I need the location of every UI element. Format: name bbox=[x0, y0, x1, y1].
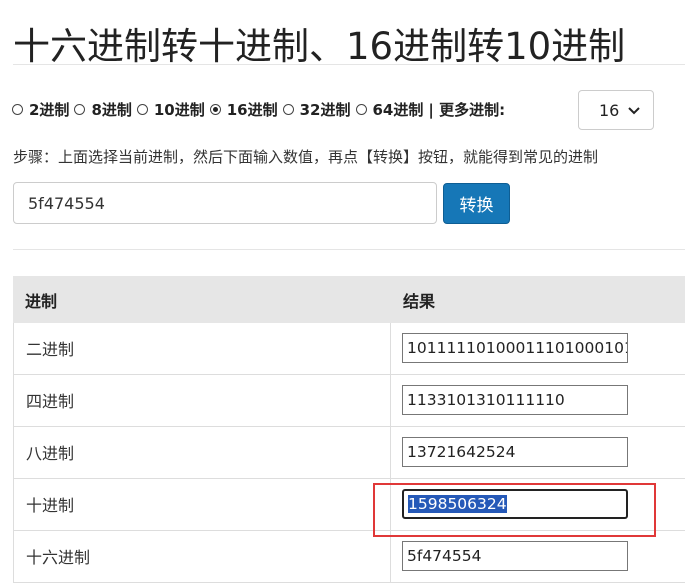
row-label: 十六进制 bbox=[13, 531, 391, 582]
radio-16[interactable]: 16进制 bbox=[209, 99, 278, 120]
row-label: 八进制 bbox=[13, 427, 391, 478]
table-row: 十六进制 5f474554 bbox=[13, 531, 685, 583]
convert-button[interactable]: 转换 bbox=[443, 183, 510, 224]
result-quaternary-field[interactable]: 1133101310111110 bbox=[402, 385, 628, 415]
result-binary-field[interactable]: 1011111010001110100010101 bbox=[402, 333, 628, 363]
table-row: 二进制 1011111010001110100010101 bbox=[13, 323, 685, 375]
row-label: 四进制 bbox=[13, 375, 391, 426]
radio-circle[interactable] bbox=[355, 103, 367, 115]
row-label: 十进制 bbox=[13, 479, 391, 530]
radio-circle[interactable] bbox=[74, 103, 86, 115]
radio-label: 16进制 bbox=[226, 100, 278, 119]
radio-2[interactable]: 2进制 bbox=[12, 99, 69, 120]
table-row: 四进制 1133101310111110 bbox=[13, 375, 685, 427]
radio-circle[interactable] bbox=[12, 103, 23, 115]
radio-label: 32进制 bbox=[299, 100, 351, 119]
divider bbox=[13, 64, 685, 65]
radio-10[interactable]: 10进制 bbox=[136, 99, 205, 120]
radio-label: 10进制 bbox=[153, 100, 205, 119]
header-result: 结果 bbox=[403, 291, 436, 311]
radio-label: 8进制 bbox=[91, 100, 132, 119]
radio-label: 64进制 bbox=[372, 100, 424, 119]
chevron-down-icon bbox=[628, 107, 640, 115]
page-title: 十六进制转十进制、16进制转10进制 bbox=[13, 25, 626, 68]
radio-circle[interactable] bbox=[282, 103, 294, 115]
annotation-highlight-box bbox=[373, 483, 656, 537]
radio-circle[interactable] bbox=[136, 103, 148, 115]
divider bbox=[13, 249, 685, 250]
instructions-text: 步骤：上面选择当前进制，然后下面输入数值，再点【转换】按钮，就能得到常见的进制 bbox=[13, 148, 599, 166]
row-label: 二进制 bbox=[13, 323, 391, 374]
radio-label: 2进制 bbox=[29, 100, 70, 119]
table-header: 进制 结果 bbox=[13, 276, 685, 323]
radio-circle-checked[interactable] bbox=[209, 103, 221, 115]
select-value: 16 bbox=[599, 100, 620, 120]
radix-select[interactable]: 16 bbox=[578, 90, 654, 130]
radix-radio-group: 2进制 8进制 10进制 16进制 32进制 64进制 | 更多进制: bbox=[12, 97, 511, 121]
more-radix-label: | 更多进制: bbox=[428, 100, 506, 119]
header-radix: 进制 bbox=[25, 291, 58, 311]
radio-8[interactable]: 8进制 bbox=[74, 99, 132, 120]
result-octal-field[interactable]: 13721642524 bbox=[402, 437, 628, 467]
result-hex-field[interactable]: 5f474554 bbox=[402, 541, 628, 571]
number-input[interactable] bbox=[13, 182, 437, 224]
radio-32[interactable]: 32进制 bbox=[282, 99, 351, 120]
radio-64[interactable]: 64进制 bbox=[355, 99, 424, 120]
table-row: 八进制 13721642524 bbox=[13, 427, 685, 479]
